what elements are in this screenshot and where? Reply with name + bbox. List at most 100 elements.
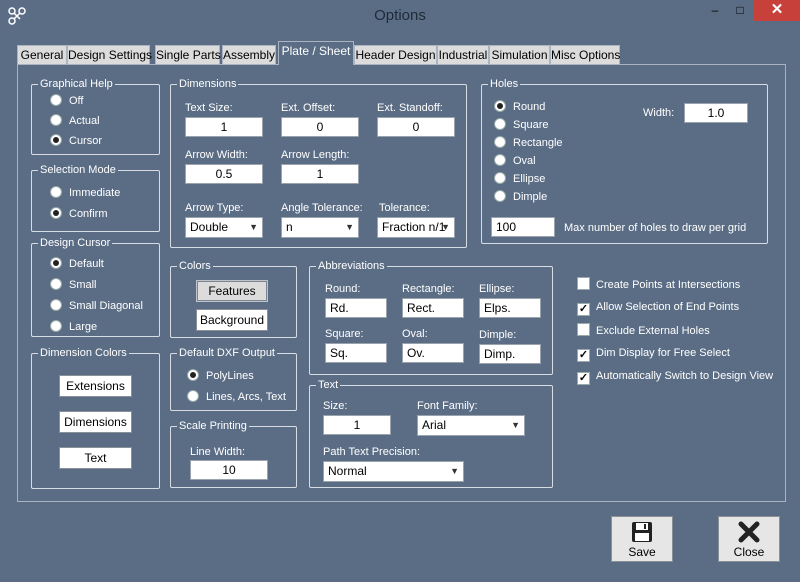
radio-off-indicator (50, 278, 62, 290)
path-precision-select[interactable]: Normal ▼ (323, 461, 464, 482)
save-label: Save (628, 545, 656, 559)
tab-misc-options[interactable]: Misc Options (550, 45, 620, 65)
ext-offset-input[interactable]: 0 (281, 117, 359, 137)
radio-on-indicator (187, 369, 199, 381)
checkbox-exclude-external-holes[interactable]: Exclude External Holes (577, 323, 710, 339)
chevron-down-icon: ▼ (249, 222, 258, 232)
abbreviations-group: Abbreviations Round: Rd. Rectangle: Rect… (309, 259, 553, 375)
close-window-button[interactable]: ✕ (754, 0, 800, 21)
radio-cursor-small-diagonal[interactable]: Small Diagonal (50, 299, 143, 315)
features-color-button[interactable]: Features (196, 280, 268, 302)
max-holes-input[interactable]: 100 (491, 217, 555, 237)
maximize-button[interactable]: □ (727, 0, 753, 21)
radio-off-indicator (50, 186, 62, 198)
radio-off-indicator (494, 172, 506, 184)
radio-hole-round[interactable]: Round (494, 100, 545, 116)
graphical-help-group: Graphical Help Off Actual Cursor (31, 77, 160, 155)
dimple-label: Dimple: (479, 329, 517, 341)
text-color-button[interactable]: Text (59, 447, 132, 469)
tolerance-select[interactable]: Fraction n/1 ▼ (377, 217, 455, 238)
close-button[interactable]: Close (718, 516, 780, 562)
radio-off-indicator (187, 390, 199, 402)
design-cursor-title: Design Cursor (38, 236, 113, 250)
radio-cursor-small[interactable]: Small (50, 278, 97, 294)
radio-hole-oval[interactable]: Oval (494, 154, 536, 170)
rectangle-input[interactable]: Rect. (402, 298, 464, 318)
save-button[interactable]: Save (611, 516, 673, 562)
tab-general[interactable]: General (17, 45, 67, 65)
dimensions-color-button[interactable]: Dimensions (59, 411, 132, 433)
colors-group: Colors Features Background (170, 259, 297, 338)
radio-hole-ellipse[interactable]: Ellipse (494, 172, 545, 188)
tab-single-parts[interactable]: Single Parts (155, 45, 221, 65)
title-bar: Options – □ ✕ (0, 0, 800, 31)
radio-on-indicator (50, 207, 62, 219)
close-x-icon (738, 521, 760, 543)
radio-cursor-large[interactable]: Large (50, 320, 97, 336)
radio-confirm[interactable]: Confirm (50, 207, 108, 223)
radio-help-actual[interactable]: Actual (50, 114, 100, 130)
oval-label: Oval: (402, 328, 428, 340)
square-label: Square: (325, 328, 364, 340)
radio-on-indicator (494, 100, 506, 112)
close-label: Close (733, 545, 765, 559)
hole-width-input[interactable]: 1.0 (684, 103, 748, 123)
colors-title: Colors (177, 259, 213, 273)
radio-cursor-default[interactable]: Default (50, 257, 104, 273)
tab-assembly[interactable]: Assembly (222, 45, 276, 65)
dimension-colors-title: Dimension Colors (38, 346, 129, 360)
design-cursor-group: Design Cursor Default Small Small Diagon… (31, 236, 160, 337)
oval-input[interactable]: Ov. (402, 343, 464, 363)
dimension-colors-group: Dimension Colors Extensions Dimensions T… (31, 346, 160, 489)
radio-off-indicator (494, 190, 506, 202)
checkbox-create-points[interactable]: Create Points at Intersections (577, 277, 740, 293)
extensions-color-button[interactable]: Extensions (59, 375, 132, 397)
radio-polylines[interactable]: PolyLines (187, 369, 254, 385)
text-size-input[interactable]: 1 (185, 117, 263, 137)
line-width-label: Line Width: (190, 446, 246, 458)
angle-tolerance-select[interactable]: n ▼ (281, 217, 359, 238)
ellipse-label: Ellipse: (479, 283, 515, 295)
radio-off-indicator (494, 136, 506, 148)
tab-plate-sheet[interactable]: Plate / Sheet (278, 41, 354, 65)
checkmark-icon: ✓ (577, 372, 590, 385)
tab-simulation[interactable]: Simulation (489, 45, 550, 65)
holes-title: Holes (488, 77, 521, 91)
tab-header-design[interactable]: Header Design (354, 45, 437, 65)
square-input[interactable]: Sq. (325, 343, 387, 363)
radio-help-off[interactable]: Off (50, 94, 83, 110)
ellipse-input[interactable]: Elps. (479, 298, 541, 318)
font-family-select[interactable]: Arial ▼ (417, 415, 525, 436)
dimple-input[interactable]: Dimp. (479, 344, 541, 364)
round-input[interactable]: Rd. (325, 298, 387, 318)
text-size-input[interactable]: 1 (323, 415, 391, 435)
checkbox-dim-display[interactable]: ✓ Dim Display for Free Select (577, 346, 730, 362)
radio-immediate[interactable]: Immediate (50, 186, 120, 202)
checkbox-auto-switch-design[interactable]: ✓ Automatically Switch to Design View (577, 369, 773, 385)
tab-industrial[interactable]: Industrial (437, 45, 489, 65)
arrow-length-input[interactable]: 1 (281, 164, 359, 184)
background-color-button[interactable]: Background (196, 309, 268, 331)
graphical-help-title: Graphical Help (38, 77, 115, 91)
radio-hole-dimple[interactable]: Dimple (494, 190, 547, 206)
ext-standoff-input[interactable]: 0 (377, 117, 455, 137)
radio-help-cursor[interactable]: Cursor (50, 134, 102, 150)
scale-printing-title: Scale Printing (177, 419, 249, 433)
round-label: Round: (325, 283, 361, 295)
checkbox-allow-end-points[interactable]: ✓ Allow Selection of End Points (577, 300, 739, 316)
radio-off-indicator (494, 154, 506, 166)
line-width-input[interactable]: 10 (190, 460, 268, 480)
radio-on-indicator (50, 257, 62, 269)
text-size-label: Text Size: (185, 102, 233, 114)
arrow-length-label: Arrow Length: (281, 149, 350, 161)
radio-lines-arcs-text[interactable]: Lines, Arcs, Text (187, 390, 286, 406)
scale-printing-group: Scale Printing Line Width: 10 (170, 419, 297, 488)
minimize-button[interactable]: – (702, 0, 728, 21)
radio-hole-rectangle[interactable]: Rectangle (494, 136, 563, 152)
dimensions-title: Dimensions (177, 77, 239, 91)
radio-off-indicator (50, 114, 62, 126)
arrow-width-input[interactable]: 0.5 (185, 164, 263, 184)
arrow-type-select[interactable]: Double ▼ (185, 217, 263, 238)
radio-hole-square[interactable]: Square (494, 118, 548, 134)
tab-design-settings[interactable]: Design Settings (67, 45, 152, 65)
